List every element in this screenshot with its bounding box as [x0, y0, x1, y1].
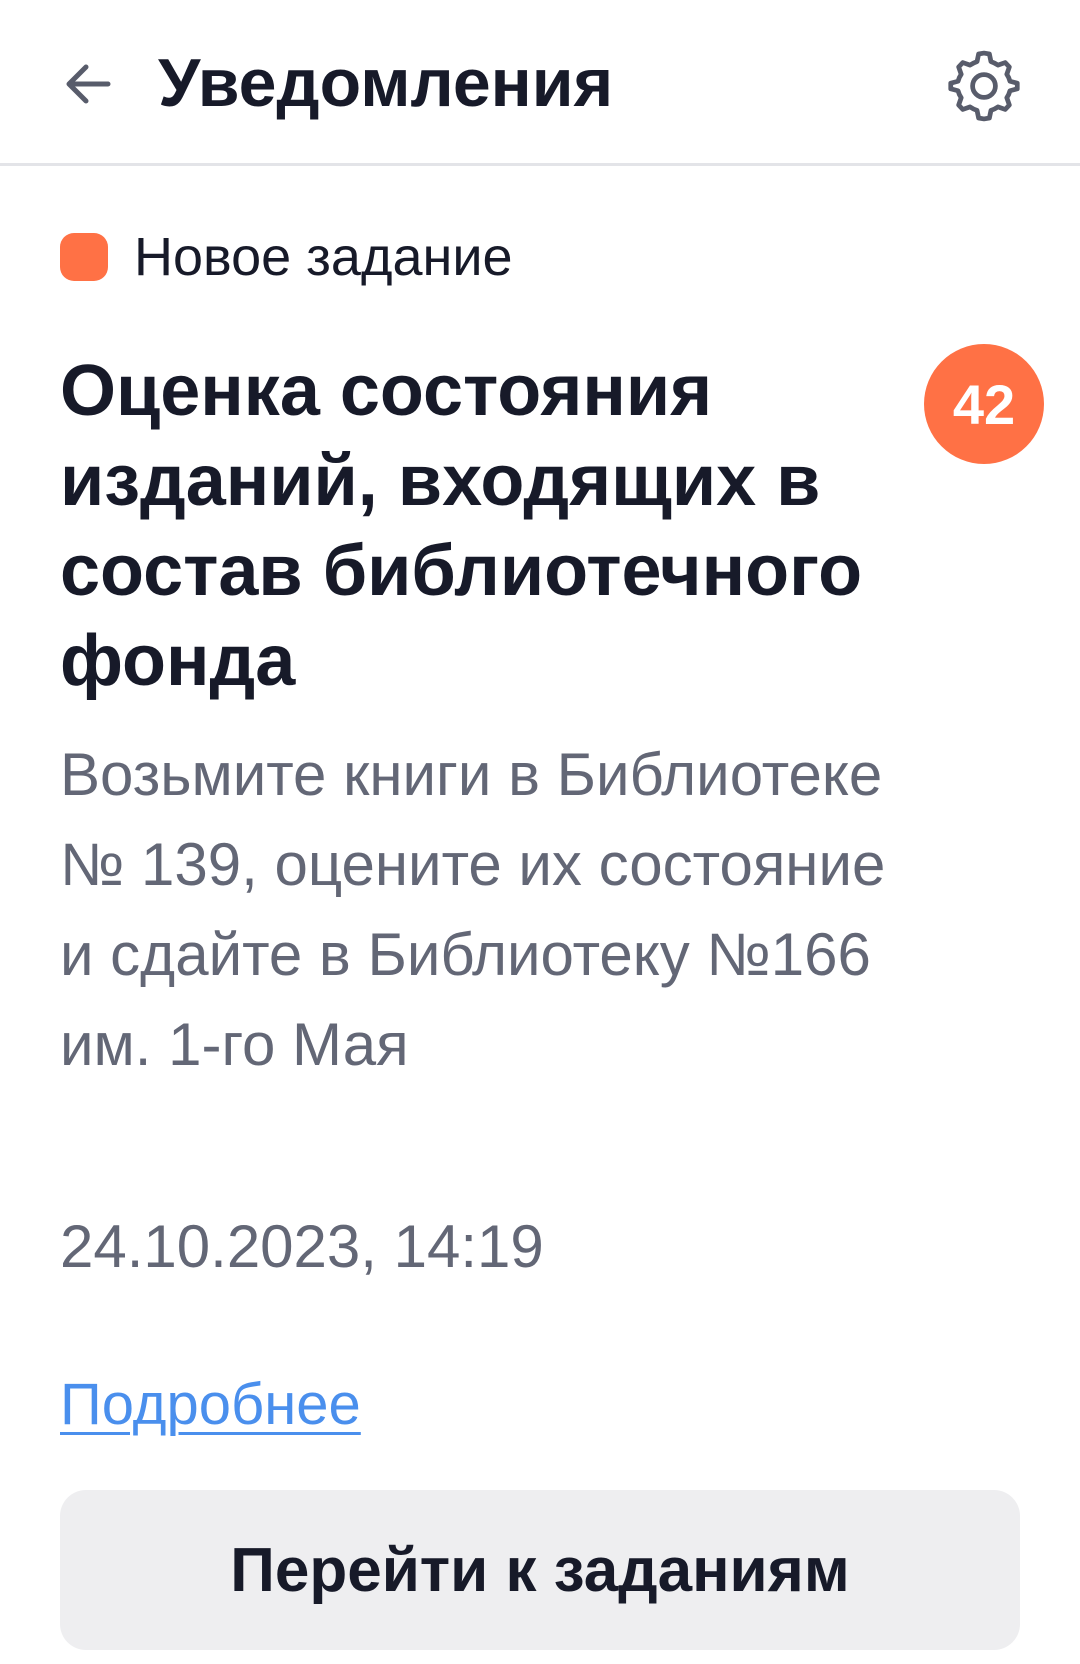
task-title: Оценка состояния изданий, входящих в сос…	[60, 351, 863, 701]
details-link[interactable]: Подробнее	[60, 1362, 361, 1448]
settings-button[interactable]	[942, 44, 1026, 128]
notification-status: Новое задание	[60, 222, 513, 292]
status-label: Новое задание	[134, 227, 513, 287]
notification-datetime: 24.10.2023, 14:19	[60, 1213, 544, 1280]
app-header: Уведомления	[0, 0, 1080, 166]
back-button[interactable]	[48, 44, 128, 124]
count-badge: 42	[924, 344, 1044, 464]
task-description: Возьмите книги в Библиотеке № 139, оцени…	[60, 741, 886, 1078]
gear-icon	[948, 50, 1020, 122]
goto-tasks-button[interactable]: Перейти к заданиям	[60, 1490, 1020, 1650]
new-status-dot	[60, 233, 108, 281]
arrow-left-icon	[66, 64, 111, 104]
page-title: Уведомления	[158, 45, 614, 121]
notifications-screen: Уведомления Новое задание Оценка состоян…	[0, 0, 1080, 1664]
